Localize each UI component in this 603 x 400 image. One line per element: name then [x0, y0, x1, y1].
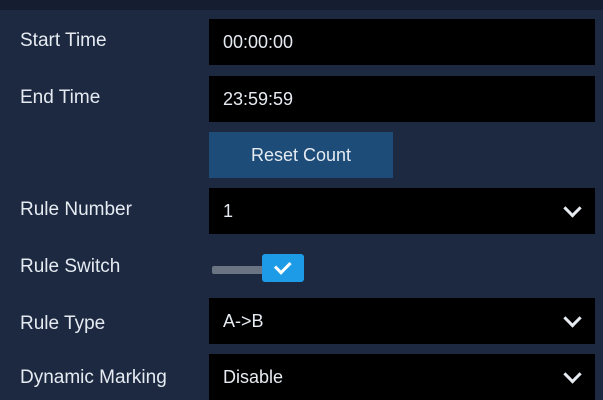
check-icon	[273, 257, 292, 275]
toggle-knob	[262, 254, 304, 282]
rule-number-label: Rule Number	[20, 199, 132, 220]
dynamic-marking-value: Disable	[223, 366, 284, 387]
rule-switch-label: Rule Switch	[20, 256, 121, 277]
chevron-down-icon	[563, 309, 582, 328]
rule-type-label: Rule Type	[20, 313, 106, 334]
rule-type-value: A->B	[223, 310, 264, 331]
chevron-down-icon	[563, 199, 582, 218]
settings-panel: Start Time 00:00:00 End Time 23:59:59 Re…	[0, 0, 603, 400]
end-time-value: 23:59:59	[223, 88, 294, 109]
start-time-input[interactable]: 00:00:00	[209, 19, 595, 65]
rule-number-value: 1	[223, 200, 234, 221]
start-time-value: 00:00:00	[223, 31, 294, 52]
dynamic-marking-select[interactable]: Disable	[209, 354, 595, 400]
rule-switch-toggle[interactable]	[212, 254, 312, 284]
end-time-input[interactable]: 23:59:59	[209, 76, 595, 122]
rule-number-select[interactable]: 1	[209, 188, 595, 234]
rule-type-select[interactable]: A->B	[209, 298, 595, 344]
dynamic-marking-label: Dynamic Marking	[20, 367, 167, 388]
start-time-label: Start Time	[20, 30, 107, 51]
chevron-down-icon	[563, 365, 582, 384]
end-time-label: End Time	[20, 87, 101, 108]
reset-count-button[interactable]: Reset Count	[209, 132, 393, 178]
toggle-track	[212, 266, 268, 274]
top-strip	[0, 0, 603, 10]
